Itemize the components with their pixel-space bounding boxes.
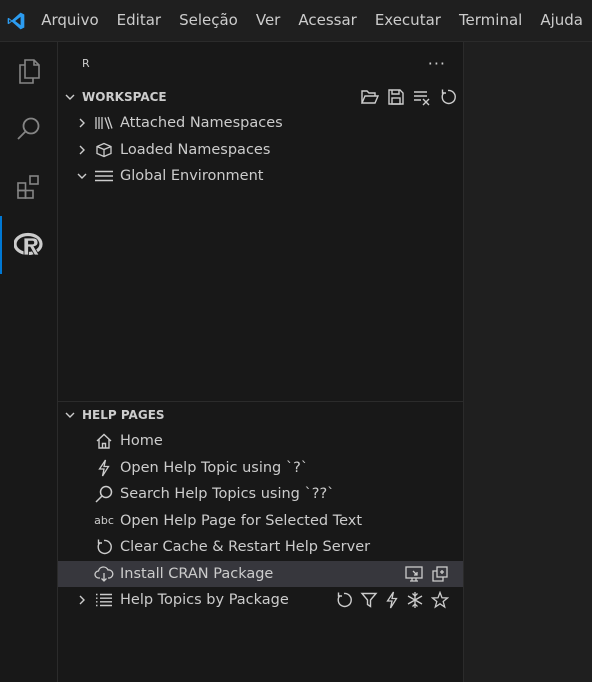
help-item-install-cran[interactable]: Install CRAN Package	[58, 560, 463, 588]
r-sidebar: R ··· WORKSPACE Attached Namespaces Load…	[58, 42, 464, 682]
workspace-actions	[360, 84, 457, 110]
activity-search[interactable]	[0, 100, 57, 158]
topics-by-package-actions	[335, 587, 449, 614]
workspace-header-label: WORKSPACE	[82, 90, 167, 104]
menu-acessar[interactable]: Acessar	[289, 0, 365, 41]
extensions-icon	[15, 173, 43, 201]
help-item-label: Open Help Page for Selected Text	[120, 512, 363, 529]
menu-selecao[interactable]: Seleção	[170, 0, 247, 41]
menu-arquivo[interactable]: Arquivo	[32, 0, 107, 41]
home-icon	[94, 433, 114, 449]
refresh-icon	[94, 539, 114, 555]
zap-icon[interactable]	[385, 591, 399, 609]
help-item-home[interactable]: Home	[58, 428, 463, 455]
tree-item-loaded-namespaces[interactable]: Loaded Namespaces	[58, 137, 463, 164]
workspace-section-header[interactable]: WORKSPACE	[58, 84, 463, 110]
chevron-down-icon	[62, 409, 78, 421]
tree-item-label: Global Environment	[120, 168, 264, 185]
chevron-down-icon	[74, 168, 90, 184]
chevron-right-icon	[74, 115, 90, 131]
more-actions-icon[interactable]: ···	[428, 54, 446, 73]
clear-all-icon[interactable]	[412, 88, 432, 106]
r-icon	[13, 232, 44, 258]
chevron-down-icon	[62, 91, 78, 103]
tree-item-label: Loaded Namespaces	[120, 141, 271, 158]
help-pages-section: HELP PAGES Home Open Help Topic using `?…	[58, 401, 463, 614]
menu-editar[interactable]: Editar	[108, 0, 170, 41]
list-flat-icon	[94, 592, 114, 608]
activity-bar	[0, 42, 58, 682]
activity-r[interactable]	[0, 216, 57, 274]
abc-icon: abc	[94, 514, 114, 528]
help-item-label: Open Help Topic using `?`	[120, 459, 309, 476]
help-item-open-topic[interactable]: Open Help Topic using `?`	[58, 455, 463, 482]
activity-extensions[interactable]	[0, 158, 57, 216]
list-icon	[94, 168, 114, 184]
help-item-label: Install CRAN Package	[120, 565, 274, 582]
sidebar-title: R	[82, 56, 90, 70]
help-header-label: HELP PAGES	[82, 408, 165, 422]
editor-area	[464, 42, 592, 682]
refresh-icon[interactable]	[335, 591, 353, 609]
explorer-icon	[15, 57, 43, 85]
tree-item-label: Attached Namespaces	[120, 115, 283, 132]
vscode-logo-icon	[0, 0, 32, 41]
help-item-topics-by-package[interactable]: Help Topics by Package	[58, 587, 463, 614]
snowflake-icon[interactable]	[406, 591, 424, 609]
tree-item-global-environment[interactable]: Global Environment	[58, 163, 463, 190]
sidebar-title-bar: R ···	[58, 42, 463, 84]
search-icon	[94, 486, 114, 503]
menu-bar: Arquivo Editar Seleção Ver Acessar Execu…	[0, 0, 592, 42]
search-icon	[15, 115, 43, 143]
chevron-right-icon	[74, 142, 90, 158]
help-item-label: Search Help Topics using `??`	[120, 486, 335, 503]
help-item-search-topics[interactable]: Search Help Topics using `??`	[58, 481, 463, 508]
filter-icon[interactable]	[360, 591, 378, 609]
help-item-label: Help Topics by Package	[120, 592, 289, 609]
tree-item-attached-namespaces[interactable]: Attached Namespaces	[58, 110, 463, 137]
install-cran-actions	[404, 561, 449, 588]
star-icon[interactable]	[431, 591, 449, 609]
multiple-windows-icon[interactable]	[431, 565, 449, 583]
help-section-header[interactable]: HELP PAGES	[58, 402, 463, 428]
menu-terminal[interactable]: Terminal	[450, 0, 531, 41]
save-icon[interactable]	[387, 88, 405, 106]
zap-icon	[94, 459, 114, 477]
cloud-download-icon	[94, 566, 114, 582]
menu-ajuda[interactable]: Ajuda	[531, 0, 592, 41]
help-item-label: Clear Cache & Restart Help Server	[120, 539, 371, 556]
open-preview-icon[interactable]	[404, 565, 424, 583]
library-icon	[94, 115, 114, 131]
menu-ver[interactable]: Ver	[247, 0, 290, 41]
help-item-clear-cache[interactable]: Clear Cache & Restart Help Server	[58, 534, 463, 561]
open-folder-icon[interactable]	[360, 88, 380, 106]
help-item-selected-text[interactable]: abc Open Help Page for Selected Text	[58, 508, 463, 535]
help-item-label: Home	[120, 433, 163, 450]
menu-executar[interactable]: Executar	[366, 0, 450, 41]
activity-explorer[interactable]	[0, 42, 57, 100]
refresh-icon[interactable]	[439, 88, 457, 106]
package-icon	[94, 142, 114, 158]
chevron-right-icon	[74, 592, 90, 608]
